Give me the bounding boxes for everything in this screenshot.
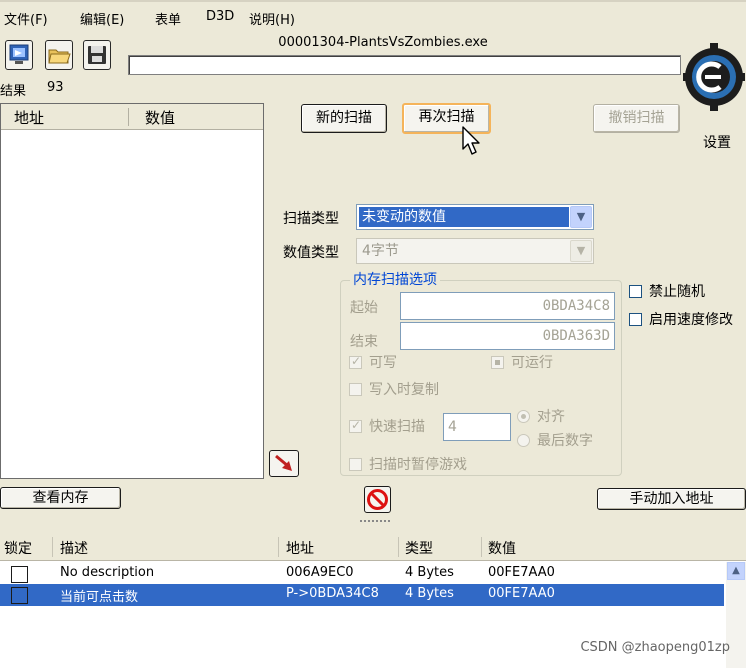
- scan-type-select[interactable]: 未变动的数值 ▼: [356, 204, 594, 230]
- menu-help[interactable]: 说明(H): [249, 9, 295, 28]
- scroll-up-icon[interactable]: ▲: [727, 562, 745, 580]
- undo-scan-button[interactable]: 撤销扫描: [593, 104, 680, 133]
- row-address: P->0BDA34C8: [286, 586, 379, 601]
- stop-address-input[interactable]: 0BDA363D: [400, 322, 615, 350]
- last-digits-label: 最后数字: [537, 433, 593, 449]
- row-description: 当前可点击数: [60, 590, 139, 605]
- found-count: 93: [47, 80, 64, 95]
- writable-label: 可写: [369, 355, 397, 371]
- fast-scan-alignment-input[interactable]: 4: [443, 413, 511, 441]
- row-value: 00FE7AA0: [488, 565, 555, 580]
- splitter-grip[interactable]: [360, 520, 390, 528]
- results-list[interactable]: [0, 103, 264, 479]
- table-row[interactable]: No description 006A9EC0 4 Bytes 00FE7AA0: [0, 562, 724, 584]
- copy-on-write-checkbox[interactable]: [349, 383, 362, 396]
- column-value[interactable]: 数值: [145, 107, 175, 128]
- table-row-selected[interactable]: 当前可点击数 P->0BDA34C8 4 Bytes 00FE7AA0: [0, 584, 724, 606]
- speedhack-checkbox[interactable]: [629, 313, 642, 326]
- settings-link[interactable]: 设置: [703, 132, 731, 152]
- column-locked[interactable]: 锁定: [4, 538, 32, 558]
- row-value: 00FE7AA0: [488, 586, 555, 601]
- last-digits-radio[interactable]: [517, 434, 530, 447]
- scan-type-value: 未变动的数值: [359, 207, 569, 227]
- row-type: 4 Bytes: [405, 565, 454, 580]
- menu-bar: 文件(F) 编辑(E) 表单 D3D 说明(H): [0, 0, 746, 36]
- menu-file[interactable]: 文件(F): [4, 9, 48, 28]
- memory-view-button[interactable]: 查看内存: [0, 487, 121, 509]
- column-address[interactable]: 地址: [286, 538, 314, 558]
- value-type-select[interactable]: 4字节 ▼: [356, 238, 594, 264]
- value-type-label: 数值类型: [283, 245, 339, 261]
- address-table-header: [0, 533, 746, 561]
- column-type[interactable]: 类型: [405, 538, 433, 558]
- scan-progress-bar: [128, 55, 681, 75]
- results-header-divider: [128, 108, 129, 126]
- pause-game-label: 扫描时暂停游戏: [369, 457, 467, 473]
- mouse-cursor-icon: [462, 126, 480, 155]
- fast-scan-label: 快速扫描: [369, 419, 425, 435]
- chevron-down-icon[interactable]: ▼: [570, 206, 592, 228]
- watermark: CSDN @zhaopeng01zp: [580, 640, 730, 655]
- stop-button[interactable]: [364, 486, 391, 513]
- add-address-button[interactable]: 手动加入地址: [597, 488, 746, 510]
- cheat-engine-logo[interactable]: [683, 33, 745, 129]
- cheat-engine-icon: [683, 43, 745, 111]
- executable-checkbox[interactable]: [491, 356, 504, 369]
- lock-checkbox[interactable]: [11, 566, 28, 583]
- menu-edit[interactable]: 编辑(E): [80, 9, 124, 28]
- column-description[interactable]: 描述: [60, 538, 88, 558]
- copy-to-list-button[interactable]: [269, 450, 299, 477]
- row-address: 006A9EC0: [286, 565, 354, 580]
- unrandomizer-label: 禁止随机: [649, 284, 705, 300]
- arrow-down-right-icon: [275, 454, 292, 471]
- value-type-value: 4字节: [362, 243, 399, 259]
- speedhack-label: 启用速度修改: [649, 312, 733, 328]
- found-label: 结果: [0, 84, 27, 99]
- menu-table[interactable]: 表单: [155, 9, 181, 28]
- fast-scan-checkbox[interactable]: [349, 418, 362, 433]
- chevron-down-icon[interactable]: ▼: [570, 240, 592, 262]
- lock-checkbox[interactable]: [11, 587, 28, 604]
- no-entry-icon: [367, 489, 388, 510]
- memory-scan-options-title: 内存扫描选项: [350, 269, 440, 289]
- start-address-input[interactable]: 0BDA34C8: [400, 292, 615, 320]
- stop-address-label: 结束: [350, 334, 378, 350]
- column-value[interactable]: 数值: [488, 538, 516, 558]
- copy-on-write-label: 写入时复制: [369, 382, 439, 398]
- writable-checkbox[interactable]: [349, 354, 362, 369]
- alignment-label: 对齐: [537, 409, 565, 425]
- row-type: 4 Bytes: [405, 586, 454, 601]
- column-address[interactable]: 地址: [14, 107, 44, 128]
- new-scan-button[interactable]: 新的扫描: [301, 104, 387, 133]
- menu-d3d[interactable]: D3D: [206, 9, 234, 24]
- start-address-label: 起始: [350, 300, 378, 316]
- pause-game-checkbox[interactable]: [349, 458, 362, 471]
- unrandomizer-checkbox[interactable]: [629, 285, 642, 298]
- row-description: No description: [60, 565, 155, 580]
- alignment-radio[interactable]: [517, 410, 530, 423]
- executable-label: 可运行: [511, 355, 553, 371]
- scan-type-label: 扫描类型: [283, 211, 339, 227]
- process-title: 00001304-PlantsVsZombies.exe: [278, 35, 488, 50]
